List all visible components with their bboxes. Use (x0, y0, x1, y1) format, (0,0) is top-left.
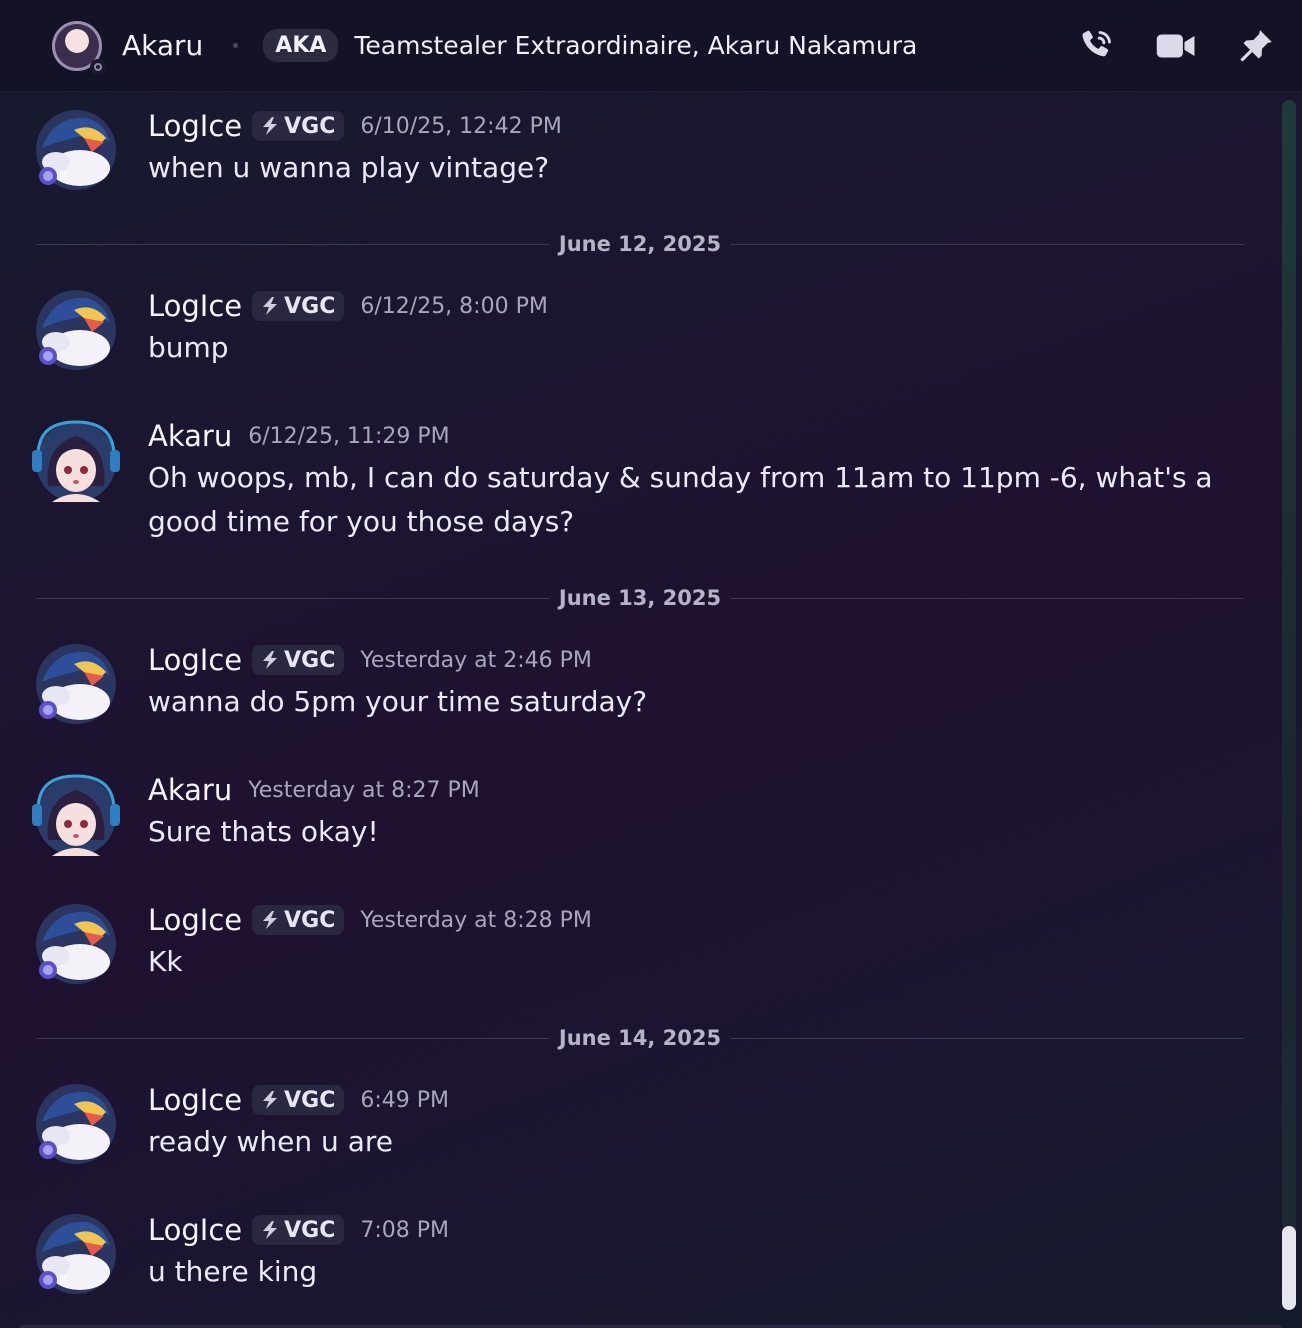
header-toolbar (1076, 0, 1302, 92)
message-timestamp[interactable]: 6/10/25, 12:42 PM (360, 114, 561, 139)
message-author[interactable]: Akaru (148, 773, 232, 807)
divider-date: June 13, 2025 (558, 586, 722, 610)
lightning-icon (263, 911, 278, 929)
message-timestamp[interactable]: Yesterday at 8:27 PM (248, 778, 480, 803)
message-timestamp[interactable]: Yesterday at 2:46 PM (360, 648, 592, 673)
message-timestamp[interactable]: 7:08 PM (360, 1218, 449, 1243)
server-tag-label: VGC (284, 113, 336, 139)
server-tag[interactable]: VGC (252, 905, 345, 935)
message-text: u there king (148, 1255, 318, 1288)
avatar-logice[interactable] (34, 902, 116, 984)
server-tag-label: VGC (284, 1087, 336, 1113)
divider-line (731, 1037, 1245, 1039)
message-text: Sure thats okay! (148, 815, 379, 848)
message-text: wanna do 5pm your time saturday? (148, 685, 648, 718)
header-separator (233, 43, 239, 48)
server-tag-label: VGC (284, 1217, 336, 1243)
date-divider: June 14, 2025 (36, 1026, 1245, 1050)
message-list[interactable]: LogIce VGC 6/10/25, 12:42 PM when u wann… (0, 92, 1270, 1328)
message-item[interactable]: Akaru 6/12/25, 11:29 PM Oh woops, mb, I … (0, 416, 1260, 556)
divider-line (731, 243, 1245, 245)
message-item[interactable]: LogIce VGC 6/12/25, 8:00 PM bump (0, 286, 1260, 382)
message-text: Oh woops, mb, I can do saturday & sunday… (148, 461, 1213, 538)
message-author[interactable]: LogIce (148, 1213, 242, 1247)
server-tag[interactable]: VGC (252, 645, 345, 675)
divider-date: June 14, 2025 (558, 1026, 722, 1050)
divider-line (731, 597, 1245, 599)
avatar-logice[interactable] (34, 1082, 116, 1164)
header-username[interactable]: Akaru (122, 29, 203, 62)
message-item[interactable]: LogIce VGC Yesterday at 8:28 PM Kk (0, 900, 1260, 996)
message-item[interactable]: LogIce VGC 6:49 PM ready when u are (0, 1080, 1260, 1176)
server-tag[interactable]: VGC (252, 1085, 345, 1115)
divider-line (36, 597, 549, 599)
status-offline-indicator (90, 58, 106, 75)
message-timestamp[interactable]: 6/12/25, 11:29 PM (248, 424, 449, 449)
avatar-logice[interactable] (34, 288, 116, 370)
server-tag[interactable]: VGC (252, 291, 345, 321)
avatar-logice[interactable] (34, 1212, 116, 1294)
message-item[interactable]: LogIce VGC 6/10/25, 12:42 PM when u wann… (0, 106, 1260, 202)
header-avatar[interactable] (52, 20, 106, 75)
divider-line (36, 1037, 549, 1039)
avatar-logice[interactable] (34, 642, 116, 724)
message-text: ready when u are (148, 1125, 393, 1158)
message-timestamp[interactable]: 6:49 PM (360, 1088, 449, 1113)
divider-date: June 12, 2025 (558, 232, 722, 256)
lightning-icon (263, 1221, 278, 1239)
date-divider: June 12, 2025 (36, 232, 1245, 256)
server-tag[interactable]: VGC (252, 111, 345, 141)
message-timestamp[interactable]: Yesterday at 8:28 PM (360, 908, 592, 933)
message-item[interactable]: LogIce VGC Yesterday at 2:46 PM wanna do… (0, 640, 1260, 736)
message-author[interactable]: LogIce (148, 643, 242, 677)
server-tag-label: VGC (284, 293, 336, 319)
message-author[interactable]: LogIce (148, 289, 242, 323)
lightning-icon (263, 651, 278, 669)
date-divider: June 13, 2025 (36, 586, 1245, 610)
message-text: when u wanna play vintage? (148, 151, 550, 184)
avatar-akaru[interactable] (30, 416, 122, 508)
message-text: Kk (148, 945, 183, 978)
message-item[interactable]: LogIce VGC 7:08 PM u there king (0, 1210, 1260, 1306)
message-item[interactable]: Akaru Yesterday at 8:27 PM Sure thats ok… (0, 770, 1260, 866)
avatar-akaru[interactable] (30, 770, 122, 862)
lightning-icon (263, 1091, 278, 1109)
video-camera-icon[interactable] (1156, 26, 1196, 66)
message-author[interactable]: LogIce (148, 109, 242, 143)
aka-badge: AKA (263, 29, 339, 62)
pin-icon[interactable] (1236, 26, 1276, 66)
lightning-icon (263, 297, 278, 315)
message-scrollbar[interactable] (1282, 100, 1296, 1310)
server-tag-label: VGC (284, 647, 336, 673)
lightning-icon (263, 117, 278, 135)
divider-line (36, 243, 549, 245)
message-timestamp[interactable]: 6/12/25, 8:00 PM (360, 294, 547, 319)
message-author[interactable]: LogIce (148, 903, 242, 937)
avatar-logice[interactable] (34, 108, 116, 190)
phone-call-icon[interactable] (1076, 26, 1116, 66)
channel-header: Akaru AKA Teamstealer Extraordinaire, Ak… (0, 0, 1302, 92)
message-author[interactable]: LogIce (148, 1083, 242, 1117)
server-tag[interactable]: VGC (252, 1215, 345, 1245)
scrollbar-thumb[interactable] (1282, 1226, 1296, 1310)
aka-names: Teamstealer Extraordinaire, Akaru Nakamu… (354, 31, 918, 60)
message-author[interactable]: Akaru (148, 419, 232, 453)
scrollbar-track[interactable] (1282, 100, 1296, 1310)
server-tag-label: VGC (284, 907, 336, 933)
message-text: bump (148, 331, 229, 364)
